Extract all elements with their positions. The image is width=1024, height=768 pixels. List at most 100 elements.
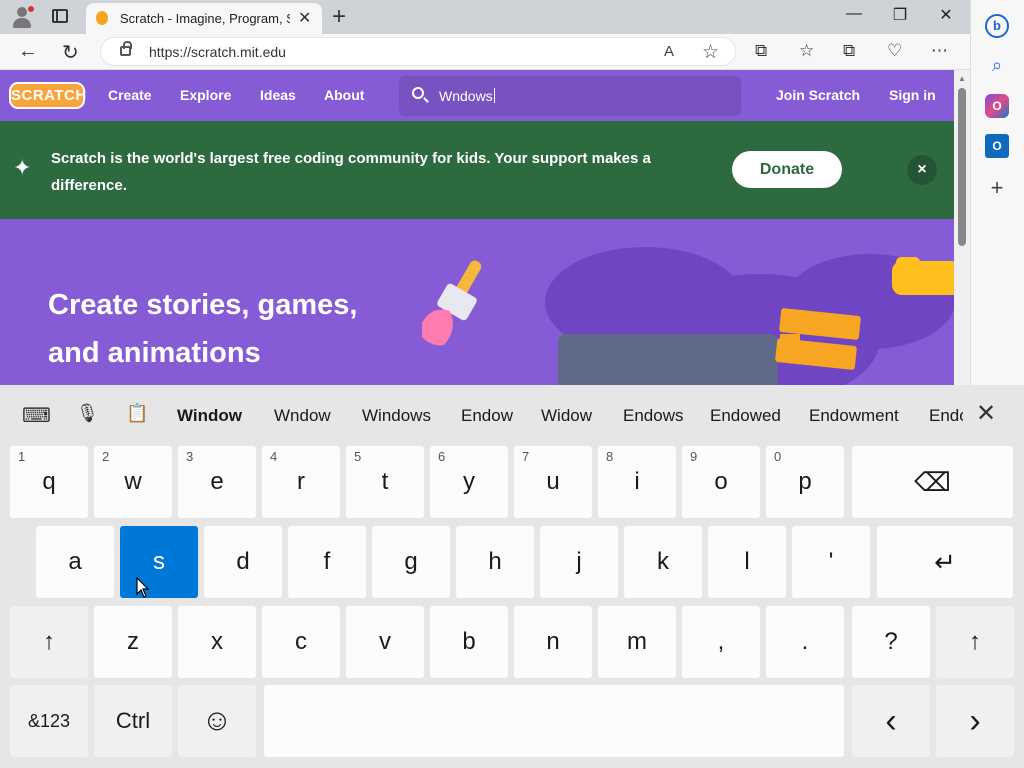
lock-icon[interactable] [120, 41, 132, 56]
key-k[interactable]: k [624, 526, 702, 598]
backspace-key[interactable]: ⌫ [852, 446, 1013, 518]
right-arrow-key[interactable]: › [936, 685, 1014, 757]
suggestion-word[interactable]: Endows [623, 406, 683, 426]
key-z[interactable]: z [94, 606, 172, 678]
donation-banner: ✦ Scratch is the world's largest free co… [0, 121, 954, 219]
restore-button[interactable]: ❐ [885, 5, 915, 29]
key-q[interactable]: 1q [10, 446, 88, 518]
address-bar[interactable]: https://scratch.mit.edu A ☆ [100, 37, 736, 66]
key-v[interactable]: v [346, 606, 424, 678]
enter-key[interactable]: ↵ [877, 526, 1013, 598]
suggestion-word[interactable]: Endow [461, 406, 513, 426]
join-scratch-link[interactable]: Join Scratch [776, 87, 860, 103]
key-m[interactable]: m [598, 606, 676, 678]
key-label: v [379, 628, 391, 655]
key-p[interactable]: 0p [766, 446, 844, 518]
key-b[interactable]: b [430, 606, 508, 678]
key-label: &123 [27, 710, 71, 731]
key-label: z [127, 628, 139, 655]
suggestion-word[interactable]: Widow [541, 406, 592, 426]
key-comma[interactable]: , [682, 606, 760, 678]
minimize-button[interactable]: — [839, 5, 869, 29]
key-y[interactable]: 6y [430, 446, 508, 518]
key-i[interactable]: 8i [598, 446, 676, 518]
suggestion-word[interactable]: Windows [362, 406, 431, 426]
clipboard-icon[interactable]: 📋 [126, 403, 148, 424]
url-text[interactable]: https://scratch.mit.edu [149, 44, 286, 60]
search-input[interactable]: Wndows [399, 76, 741, 116]
emoji-key[interactable]: ☺ [178, 685, 256, 757]
tab-actions-icon[interactable] [52, 9, 68, 23]
page-scrollbar[interactable]: ▲ [954, 70, 970, 385]
key-w[interactable]: 2w [94, 446, 172, 518]
shift-key-left[interactable]: ↑ [10, 606, 88, 678]
tab-close-icon[interactable]: ✕ [298, 8, 311, 28]
key-c[interactable]: c [262, 606, 340, 678]
suggestion-word[interactable]: Wndow [274, 406, 331, 426]
add-icon[interactable]: + [985, 176, 1009, 200]
key-s[interactable]: s [120, 526, 198, 598]
key-a[interactable]: a [36, 526, 114, 598]
split-screen-icon[interactable]: ⧉ [755, 41, 767, 61]
back-icon[interactable]: ← [18, 40, 38, 63]
spacebar-key[interactable] [264, 685, 844, 757]
favorite-icon[interactable]: ☆ [702, 41, 719, 64]
outlook-icon[interactable]: O [985, 134, 1009, 158]
key-u[interactable]: 7u [514, 446, 592, 518]
scroll-thumb[interactable] [958, 88, 966, 246]
key-j[interactable]: j [540, 526, 618, 598]
nav-create[interactable]: Create [108, 87, 152, 103]
favorites-icon[interactable]: ☆ [799, 41, 814, 61]
key-apostrophe[interactable]: ' [792, 526, 870, 598]
keyboard-settings-icon[interactable]: ⌨ [22, 403, 51, 428]
suggestion-word[interactable]: Endowed [710, 406, 781, 426]
nav-ideas[interactable]: Ideas [260, 87, 296, 103]
read-aloud-icon[interactable]: A [664, 43, 674, 60]
key-l[interactable]: l [708, 526, 786, 598]
browser-essentials-icon[interactable]: ♡ [887, 41, 902, 61]
symbols-key[interactable]: &123 [10, 685, 88, 757]
search-icon[interactable]: ⌕ [985, 53, 1009, 77]
donate-button[interactable]: Donate [732, 151, 842, 188]
key-period[interactable]: . [766, 606, 844, 678]
suggestion-word[interactable]: Endowment [809, 406, 899, 426]
refresh-icon[interactable]: ↻ [62, 40, 79, 65]
key-t[interactable]: 5t [346, 446, 424, 518]
left-arrow-key[interactable]: ‹ [852, 685, 930, 757]
key-r[interactable]: 4r [262, 446, 340, 518]
suggestion-word[interactable]: Endo [929, 406, 963, 426]
suggestion-word[interactable]: Window [177, 406, 242, 426]
microphone-icon[interactable]: 🎙 [76, 403, 99, 424]
sign-in-link[interactable]: Sign in [889, 87, 936, 103]
nav-about[interactable]: About [324, 87, 364, 103]
ctrl-key[interactable]: Ctrl [94, 685, 172, 757]
key-question[interactable]: ? [852, 606, 930, 678]
bing-icon[interactable]: b [985, 14, 1009, 38]
collections-icon[interactable]: ⧉ [843, 41, 855, 61]
close-keyboard-icon[interactable]: ✕ [976, 399, 996, 428]
key-x[interactable]: x [178, 606, 256, 678]
key-h[interactable]: h [456, 526, 534, 598]
key-o[interactable]: 9o [682, 446, 760, 518]
nav-explore[interactable]: Explore [180, 87, 231, 103]
key-label: d [236, 548, 250, 575]
key-n[interactable]: n [514, 606, 592, 678]
chevron-left-icon: ‹ [885, 701, 897, 740]
browser-tab[interactable]: Scratch - Imagine, Program, Share ✕ [86, 3, 322, 34]
key-label: q [42, 468, 56, 495]
key-f[interactable]: f [288, 526, 366, 598]
scroll-up-icon[interactable]: ▲ [958, 74, 966, 83]
new-tab-button[interactable]: + [332, 3, 346, 31]
hero-title: Create stories, games, and animations [48, 289, 358, 369]
banner-close-button[interactable]: × [907, 155, 937, 185]
scratch-logo[interactable]: SCRATCH [9, 82, 86, 109]
profile-icon[interactable] [10, 5, 34, 29]
close-window-button[interactable]: ✕ [931, 5, 961, 29]
more-icon[interactable]: ⋯ [931, 41, 948, 61]
shift-key-right[interactable]: ↑ [936, 606, 1014, 678]
key-e[interactable]: 3e [178, 446, 256, 518]
key-d[interactable]: d [204, 526, 282, 598]
key-g[interactable]: g [372, 526, 450, 598]
key-label: j [576, 548, 582, 575]
office-icon[interactable]: O [985, 94, 1009, 118]
